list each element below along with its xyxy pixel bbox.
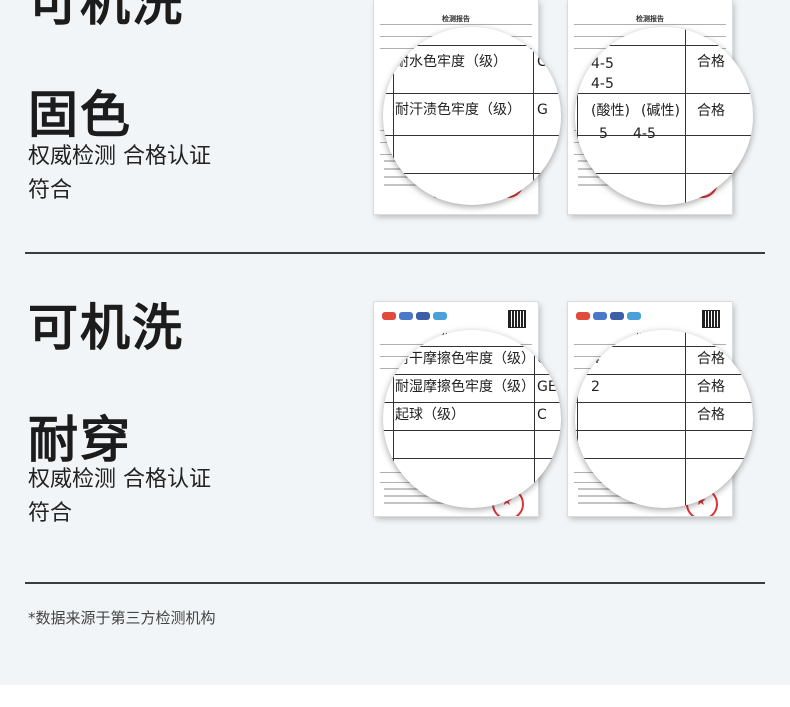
report-value: (酸性) [591, 103, 630, 119]
report-value: 4-5 [591, 56, 614, 72]
magnifier-right: 4 2 合格 合格 合格 [575, 330, 753, 508]
divider [25, 582, 765, 584]
magnifier-left: 耐水色牢度（级） C 耐汗渍色牢度（级） G [383, 27, 561, 205]
report-cut-cell: GE [537, 379, 557, 395]
report-cut-cell: C [537, 407, 547, 423]
report-row: 耐汗渍色牢度（级） [395, 102, 521, 118]
report-value: 4-5 [633, 126, 656, 142]
report-row: 耐水色牢度（级） [395, 54, 507, 70]
section2-line2: 符合 [28, 501, 73, 526]
report-value: 4-5 [591, 76, 614, 92]
report-value: 4 [591, 351, 600, 367]
report-cut-cell: C [537, 351, 547, 367]
report-result: 合格 [697, 379, 725, 395]
source-footnote: *数据来源于第三方检测机构 [28, 609, 216, 627]
section2-line1: 权威检测 合格认证 [28, 467, 211, 492]
magnifier-right: 4-5 4-5 (酸性) (碱性) 5 4-5 合格 合格 [575, 27, 753, 205]
report-title: 检测报告 [636, 15, 664, 23]
page: 可机洗 固色 权威检测 合格认证 符合 检测报告 耐水色牢度（级） C 耐汗渍色… [0, 0, 790, 707]
section1-line2: 符合 [28, 178, 73, 203]
report-cut-cell: G [537, 102, 548, 118]
content-panel: 可机洗 固色 权威检测 合格认证 符合 检测报告 耐水色牢度（级） C 耐汗渍色… [0, 0, 790, 685]
report-result: 合格 [697, 54, 725, 70]
report-row: 耐湿摩擦色牢度（级） [395, 379, 535, 395]
report-value: (碱性) [641, 103, 680, 119]
section2-subheading: 耐穿 [28, 411, 132, 469]
report-result: 合格 [697, 351, 725, 367]
report-title: 检测报告 [442, 15, 470, 23]
qr-code-icon [702, 310, 720, 328]
magnifier-left: 耐干摩擦色牢度（级） C 耐湿摩擦色牢度（级） GE 起球（级） C [383, 330, 561, 508]
section2-heading: 可机洗 [28, 299, 184, 357]
report-cut-cell: C [537, 54, 547, 70]
divider [25, 252, 765, 254]
report-result: 合格 [697, 103, 725, 119]
report-value: 2 [591, 379, 600, 395]
report-row: 耐干摩擦色牢度（级） [395, 351, 535, 367]
report-value: 5 [599, 126, 608, 142]
report-result: 合格 [697, 407, 725, 423]
section1-subheading: 固色 [28, 86, 132, 144]
section1-line1: 权威检测 合格认证 [28, 144, 211, 169]
report-row: 起球（级） [395, 407, 465, 423]
qr-code-icon [508, 310, 526, 328]
section1-heading: 可机洗 [28, 0, 184, 32]
